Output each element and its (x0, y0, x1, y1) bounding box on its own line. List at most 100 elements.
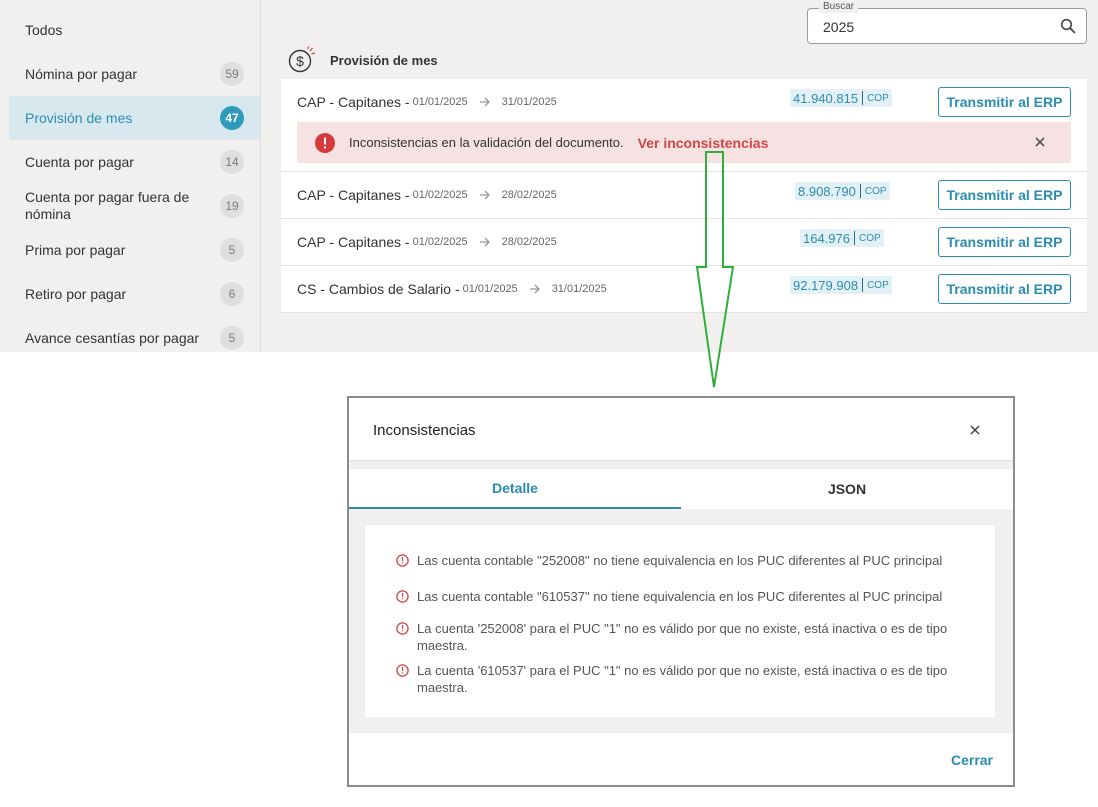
list-item: CAP - Capitanes - 01/02/2025 28/02/2025 … (281, 219, 1087, 266)
arrow-right-icon (529, 284, 540, 294)
date-from: 01/01/2025 (462, 283, 518, 295)
issue-text: La cuenta '610537' para el PUC "1" no es… (417, 663, 948, 695)
arrow-right-icon (479, 237, 490, 247)
amount-divider (859, 184, 861, 198)
sidebar-item-cuenta-por-pagar-fuera-de-nomina[interactable]: Cuenta por pagar fuera de nómina 19 (9, 184, 260, 228)
count-badge: 5 (220, 238, 244, 262)
provision-list: CAP - Capitanes - 01/01/2025 31/01/2025 … (281, 79, 1087, 313)
inconsistencies-modal: Inconsistencias Detalle JSON Las cuenta … (347, 396, 1015, 787)
row-name: CAP - Capitanes - (297, 234, 410, 250)
modal-body: Detalle JSON Las cuenta contable "252008… (349, 461, 1013, 733)
sidebar-item-label: Avance cesantías por pagar (25, 329, 200, 346)
error-icon (396, 664, 409, 677)
sidebar-item-label: Cuenta por pagar (25, 153, 134, 170)
date-to: 28/02/2025 (501, 236, 557, 248)
search-input[interactable] (823, 17, 1043, 37)
row-dates: 01/02/2025 28/02/2025 (413, 189, 557, 201)
amount-badge: 164.976 COP (800, 229, 884, 247)
close-icon[interactable] (969, 424, 981, 436)
row-info: CAP - Capitanes - 01/02/2025 28/02/2025 (297, 234, 557, 250)
sidebar-item-label: Prima por pagar (25, 241, 126, 258)
amount-currency: COP (859, 232, 881, 244)
amount-divider (862, 278, 864, 292)
tab-detalle[interactable]: Detalle (349, 469, 681, 509)
issue-text: Las cuenta contable "610537" no tiene eq… (417, 589, 943, 604)
date-to: 28/02/2025 (501, 189, 557, 201)
sidebar-item-todos[interactable]: Todos (9, 8, 260, 52)
count-badge: 59 (220, 62, 244, 86)
row-name: CS - Cambios de Salario - (297, 281, 460, 297)
list-item: CS - Cambios de Salario - 01/01/2025 31/… (281, 266, 1087, 313)
amount-divider (862, 91, 864, 105)
section-header: $ Provisión de mes (287, 46, 438, 74)
transmit-erp-button[interactable]: Transmitir al ERP (938, 227, 1071, 257)
amount-currency: COP (864, 185, 887, 197)
amount-currency: COP (867, 92, 889, 104)
sidebar-item-prima-por-pagar[interactable]: Prima por pagar 5 (9, 228, 260, 272)
row-dates: 01/01/2025 31/01/2025 (463, 283, 607, 295)
issue-text: La cuenta '252008' para el PUC "1" no es… (417, 621, 948, 653)
sidebar: Todos Nómina por pagar 59 Provisión de m… (0, 0, 261, 352)
row-dates: 01/02/2025 28/02/2025 (413, 236, 557, 248)
arrow-right-icon (479, 190, 490, 200)
amount-value: 164.976 (803, 230, 850, 246)
issue-text: Las cuenta contable "252008" no tiene eq… (417, 553, 943, 568)
modal-tabs: Detalle JSON (349, 469, 1013, 509)
transmit-erp-button[interactable]: Transmitir al ERP (938, 87, 1071, 117)
error-icon (396, 622, 409, 635)
row-name: CAP - Capitanes - (297, 94, 410, 110)
app-root: Todos Nómina por pagar 59 Provisión de m… (0, 0, 1098, 807)
close-button[interactable]: Cerrar (951, 752, 993, 768)
modal-title: Inconsistencias (373, 422, 476, 439)
row-dates: 01/01/2025 31/01/2025 (413, 96, 557, 108)
amount-badge: 8.908.790 COP (795, 182, 890, 200)
sidebar-item-label: Cuenta por pagar fuera de nómina (25, 189, 190, 222)
sidebar-item-provision-de-mes[interactable]: Provisión de mes 47 (9, 96, 260, 140)
sidebar-item-avance-cesantias-por-pagar[interactable]: Avance cesantías por pagar 5 (9, 316, 260, 360)
sidebar-item-nomina-por-pagar[interactable]: Nómina por pagar 59 (9, 52, 260, 96)
sidebar-item-label: Nómina por pagar (25, 65, 138, 82)
annotation-arrow-icon (695, 151, 735, 388)
row-info: CAP - Capitanes - 01/01/2025 31/01/2025 (297, 94, 557, 110)
list-item: La cuenta '252008' para el PUC "1" no es… (396, 620, 966, 654)
tab-json[interactable]: JSON (681, 469, 1013, 509)
error-icon (396, 554, 409, 567)
amount-currency: COP (867, 279, 889, 291)
count-badge: 19 (220, 194, 244, 218)
transmit-erp-button[interactable]: Transmitir al ERP (938, 274, 1071, 304)
row-info: CAP - Capitanes - 01/02/2025 28/02/2025 (297, 187, 557, 203)
sidebar-item-label: Todos (25, 21, 63, 38)
sidebar-item-cuenta-por-pagar[interactable]: Cuenta por pagar 14 (9, 140, 260, 184)
count-badge: 14 (220, 150, 244, 174)
error-banner: Inconsistencias en la validación del doc… (297, 122, 1071, 163)
sidebar-item-label: Retiro por pagar (25, 285, 127, 302)
error-icon (396, 590, 409, 603)
date-from: 01/02/2025 (412, 189, 468, 201)
issues-panel: Las cuenta contable "252008" no tiene eq… (365, 525, 995, 717)
date-from: 01/01/2025 (412, 96, 468, 108)
count-badge: 47 (220, 106, 244, 130)
list-item: Las cuenta contable "252008" no tiene eq… (396, 552, 966, 569)
amount-divider (854, 231, 855, 245)
search-field: Buscar (807, 1, 1087, 44)
list-item: La cuenta '610537' para el PUC "1" no es… (396, 662, 966, 696)
date-to: 31/01/2025 (551, 283, 607, 295)
date-to: 31/01/2025 (501, 96, 557, 108)
close-icon[interactable] (1033, 135, 1047, 149)
modal-footer: Cerrar (349, 733, 1013, 785)
section-title: Provisión de mes (330, 52, 438, 68)
amount-value: 92.179.908 (793, 277, 859, 293)
count-badge: 6 (220, 282, 244, 306)
amount-badge: 92.179.908 COP (790, 276, 892, 294)
amount-badge: 41.940.815 COP (790, 89, 892, 107)
count-badge: 5 (220, 326, 244, 350)
list-item: CAP - Capitanes - 01/02/2025 28/02/2025 … (281, 172, 1087, 219)
dollar-circle-icon: $ (288, 46, 316, 73)
search-icon[interactable] (1060, 18, 1076, 34)
sidebar-item-retiro-por-pagar[interactable]: Retiro por pagar 6 (9, 272, 260, 316)
list-item: CAP - Capitanes - 01/01/2025 31/01/2025 … (281, 79, 1087, 172)
list-item: Las cuenta contable "610537" no tiene eq… (396, 588, 966, 605)
transmit-erp-button[interactable]: Transmitir al ERP (938, 180, 1071, 210)
error-message: Inconsistencias en la validación del doc… (349, 135, 624, 150)
error-icon (315, 132, 335, 153)
